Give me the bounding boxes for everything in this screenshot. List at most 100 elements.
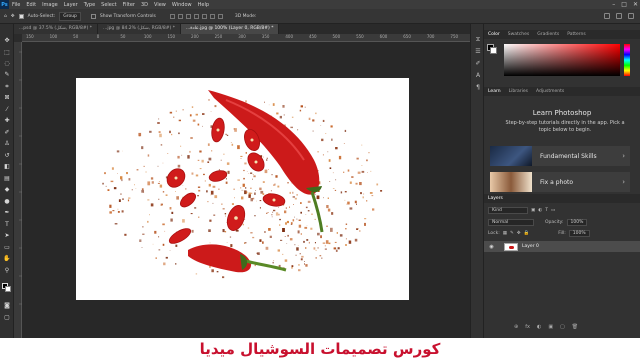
menu-filter[interactable]: Filter [120, 2, 138, 8]
trash-icon[interactable]: 🗑 [572, 324, 578, 330]
share-icon[interactable] [628, 13, 634, 19]
frame-tool-icon[interactable]: ⊠ [3, 94, 11, 101]
distribute-icon[interactable] [217, 13, 223, 19]
layer-kind-filter[interactable]: Kind [488, 207, 528, 214]
tab-libraries[interactable]: Libraries [505, 89, 532, 94]
tab-patterns[interactable]: Patterns [563, 32, 590, 37]
layer-row[interactable]: ◉ Layer 0 [484, 241, 640, 252]
path-select-tool-icon[interactable]: ➤ [3, 232, 11, 239]
tutorial-card-fix-photo[interactable]: Fix a photo › [490, 172, 630, 192]
tab-swatches[interactable]: Swatches [504, 32, 534, 37]
marquee-tool-icon[interactable]: ⬚ [3, 49, 11, 56]
paragraph-icon[interactable]: ¶ [474, 84, 482, 91]
filter-pixel-icon[interactable]: ▣ [531, 208, 535, 213]
tab-adjustments[interactable]: Adjustments [532, 89, 568, 94]
quick-select-tool-icon[interactable]: ✎ [3, 71, 11, 78]
filter-type-icon[interactable]: T [545, 208, 548, 213]
menu-window[interactable]: Window [169, 2, 195, 8]
layer-name[interactable]: Layer 0 [522, 244, 539, 249]
document-tab[interactable]: ...psd @ 37.5% (شكل, RGB/8#) * [14, 24, 99, 34]
link-layers-icon[interactable]: ⊕ [514, 324, 518, 330]
history-icon[interactable]: ⧖ [474, 36, 482, 43]
course-caption: كورس تصميمات السوشيال ميديا [0, 338, 640, 360]
shape-tool-icon[interactable]: ▭ [3, 244, 11, 251]
brush-tool-icon[interactable]: ✐ [3, 129, 11, 136]
learn-title: Learn Photoshop [532, 109, 592, 117]
lock-pixels-icon[interactable]: ▦ [503, 231, 507, 236]
lock-all-icon[interactable]: 🔒 [524, 231, 530, 236]
properties-icon[interactable]: ☰ [474, 48, 482, 55]
lock-position-icon[interactable]: ✥ [517, 231, 521, 236]
lock-paint-icon[interactable]: ✎ [510, 231, 514, 236]
tutorial-card-fundamental[interactable]: Fundamental Skills › [490, 146, 630, 166]
menu-type[interactable]: Type [81, 2, 98, 8]
background-color-swatch[interactable] [5, 286, 11, 292]
menu-view[interactable]: View [151, 2, 169, 8]
screen-mode-icon[interactable]: ▢ [3, 314, 11, 321]
brush-settings-icon[interactable]: ✐ [474, 60, 482, 67]
menu-help[interactable]: Help [195, 2, 212, 8]
eraser-tool-icon[interactable]: ◧ [3, 163, 11, 170]
workspace-icon[interactable] [616, 13, 622, 19]
dodge-tool-icon[interactable]: ● [3, 198, 11, 205]
document-tab[interactable]: ...jpg @ 84.2% (شكل, RGB/8#) * [98, 24, 181, 34]
blend-mode-dropdown[interactable]: Normal [488, 219, 534, 226]
menu-3d[interactable]: 3D [138, 2, 151, 8]
align-bottom-icon[interactable] [209, 13, 215, 19]
tab-layers[interactable]: Layers [484, 196, 507, 201]
filter-shape-icon[interactable]: ▭ [551, 208, 555, 213]
fill-field[interactable]: 100% [568, 230, 590, 237]
tab-color[interactable]: Color [484, 32, 504, 37]
menu-image[interactable]: Image [39, 2, 61, 8]
pen-tool-icon[interactable]: ✒ [3, 209, 11, 216]
visibility-eye-icon[interactable]: ◉ [487, 244, 496, 250]
move-tool-icon[interactable]: ✥ [11, 14, 15, 19]
new-layer-icon[interactable]: ▢ [560, 324, 565, 330]
crop-tool-icon[interactable]: ⌗ [3, 83, 11, 90]
tab-learn[interactable]: Learn [484, 89, 505, 94]
gradient-tool-icon[interactable]: ▤ [3, 175, 11, 182]
opacity-field[interactable]: 100% [566, 219, 588, 226]
document-tab-active[interactable]: ...عادة.jpg @ 100% (Layer 0, RGB/8#) * [180, 24, 280, 34]
minimize-button[interactable]: – [612, 1, 615, 8]
menu-layer[interactable]: Layer [61, 2, 81, 8]
filter-adjust-icon[interactable]: ◐ [538, 208, 542, 213]
auto-select-checkbox[interactable] [18, 13, 24, 19]
menu-file[interactable]: File [9, 2, 23, 8]
menu-edit[interactable]: Edit [23, 2, 39, 8]
stamp-tool-icon[interactable]: ♙ [3, 140, 11, 147]
adjustment-layer-icon[interactable]: ◐ [537, 324, 541, 330]
lasso-tool-icon[interactable]: ◌ [3, 60, 11, 67]
align-top-icon[interactable] [193, 13, 199, 19]
show-transform-checkbox[interactable] [90, 13, 96, 19]
tutorial-label: Fundamental Skills [540, 152, 597, 160]
home-icon[interactable]: ⌂ [4, 14, 7, 19]
auto-select-dropdown[interactable]: Group [59, 11, 81, 21]
history-brush-tool-icon[interactable]: ↺ [3, 152, 11, 159]
blur-tool-icon[interactable]: ◆ [3, 186, 11, 193]
search-icon[interactable] [604, 13, 610, 19]
close-button[interactable]: ✕ [633, 1, 638, 8]
hand-tool-icon[interactable]: ✋ [3, 255, 11, 262]
maximize-button[interactable]: □ [621, 1, 627, 8]
zoom-tool-icon[interactable]: ⚲ [3, 267, 11, 274]
fx-icon[interactable]: fx [525, 324, 530, 330]
character-icon[interactable]: A [474, 72, 482, 79]
type-tool-icon[interactable]: T [3, 221, 11, 228]
quick-mask-icon[interactable]: ◙ [3, 302, 11, 309]
align-left-icon[interactable] [169, 13, 175, 19]
hue-slider[interactable] [624, 44, 630, 76]
align-right-icon[interactable] [185, 13, 191, 19]
document-canvas[interactable] [76, 78, 409, 300]
color-picker-field[interactable] [504, 44, 620, 76]
healing-tool-icon[interactable]: ✚ [3, 117, 11, 124]
move-tool-icon[interactable]: ✥ [3, 37, 11, 44]
mask-icon[interactable]: ▣ [548, 324, 553, 330]
background-color-swatch[interactable] [490, 47, 497, 54]
tab-gradients[interactable]: Gradients [533, 32, 563, 37]
eyedropper-tool-icon[interactable]: ⁄ [3, 106, 11, 113]
align-center-icon[interactable] [177, 13, 183, 19]
canvas-workarea[interactable] [22, 42, 470, 338]
align-middle-icon[interactable] [201, 13, 207, 19]
menu-select[interactable]: Select [98, 2, 119, 8]
